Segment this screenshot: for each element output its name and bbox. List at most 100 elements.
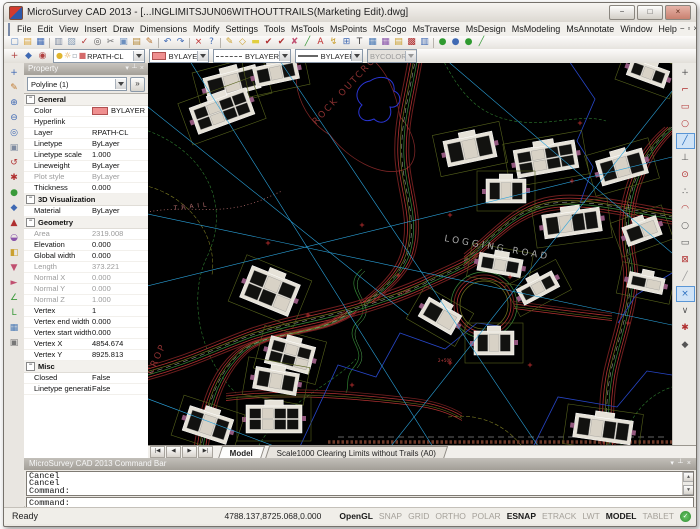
circle-icon[interactable]: ○ xyxy=(676,116,695,132)
menu-item-msannotate[interactable]: MsAnnotate xyxy=(563,23,617,36)
station-icon[interactable]: ⊞ xyxy=(340,37,353,48)
spell-icon[interactable]: ✓ xyxy=(78,37,91,48)
property-section-3d-visualization[interactable]: −3D Visualization xyxy=(24,194,148,206)
rectangle-icon[interactable]: ▭ xyxy=(676,99,695,115)
save-icon[interactable]: ▦ xyxy=(34,37,47,48)
cad-drawing[interactable]: ROCK OUTCROPLOGGING ROADCROPT R A I L3+0… xyxy=(148,63,672,445)
entity-props-icon[interactable]: + xyxy=(8,51,21,62)
menu-item-dimensions[interactable]: Dimensions xyxy=(137,23,190,36)
hatch-icon[interactable]: ✱ xyxy=(676,320,695,336)
menu-item-window[interactable]: Window xyxy=(617,23,655,36)
cut-icon[interactable]: ✂ xyxy=(104,37,117,48)
property-section-geometry[interactable]: −Geometry xyxy=(24,217,148,229)
matchprop-icon[interactable]: ✎ xyxy=(143,37,156,48)
command-bar-header[interactable]: MicroSurvey CAD 2013 Command Bar ▾┴× xyxy=(24,458,696,470)
menu-item-insert[interactable]: Insert xyxy=(81,23,110,36)
property-row-normal-x[interactable]: Normal X0.000 xyxy=(24,273,148,284)
menu-item-draw[interactable]: Draw xyxy=(110,23,137,36)
lightning-icon[interactable]: ↯ xyxy=(327,37,340,48)
regen-icon[interactable]: ✱ xyxy=(6,171,22,185)
verify-icon[interactable]: ✔ xyxy=(275,37,288,48)
text-icon[interactable]: A xyxy=(314,37,327,48)
collapse-icon[interactable]: − xyxy=(26,95,35,104)
arc-icon[interactable]: ◠ xyxy=(676,201,695,217)
property-row-area[interactable]: Area2319.008 xyxy=(24,229,148,240)
menu-item-help[interactable]: Help xyxy=(655,23,680,36)
property-row-closed[interactable]: ClosedFalse xyxy=(24,373,148,384)
status-toggle-model[interactable]: MODEL xyxy=(606,511,637,521)
command-history[interactable]: ▲ ▼ CancelCancelCommand: xyxy=(26,471,694,496)
panel-close-icon[interactable]: × xyxy=(140,63,144,75)
prev-tab-button[interactable]: ◀ xyxy=(166,446,181,458)
slope-icon[interactable]: ╱ xyxy=(475,37,488,48)
ray-icon[interactable]: ╱ xyxy=(676,269,695,285)
leader-icon[interactable]: ╱ xyxy=(301,37,314,48)
first-tab-button[interactable]: |◀ xyxy=(150,446,165,458)
box-icon[interactable]: ◧ xyxy=(6,246,22,260)
property-row-length[interactable]: Length373.221 xyxy=(24,262,148,273)
menu-item-file[interactable]: File xyxy=(14,23,35,36)
property-row-plot-style[interactable]: Plot styleByLayer xyxy=(24,172,148,183)
cmd-menu-icon[interactable]: ▾ xyxy=(670,458,674,470)
cmd-close-icon[interactable]: × xyxy=(687,458,691,470)
lineweight-combo[interactable]: BYLAYER xyxy=(295,49,363,63)
ucs-icon[interactable]: L xyxy=(6,306,22,320)
menu-item-tools[interactable]: Tools xyxy=(261,23,288,36)
layer-combo-arrow[interactable] xyxy=(133,51,144,61)
boundary-icon[interactable]: ◇ xyxy=(236,37,249,48)
property-row-vertex[interactable]: Vertex1 xyxy=(24,306,148,317)
zoom-out-icon[interactable]: ⊖ xyxy=(6,111,22,125)
wedge-icon[interactable]: ► xyxy=(6,276,22,290)
zoom-extents-icon[interactable]: ▣ xyxy=(6,141,22,155)
region-icon[interactable]: ⊠ xyxy=(676,252,695,268)
angle-icon[interactable]: ∠ xyxy=(6,291,22,305)
pyramid-icon[interactable]: ▲ xyxy=(6,216,22,230)
cmd-pin-icon[interactable]: ┴ xyxy=(678,458,683,470)
next-tab-button[interactable]: ▶ xyxy=(182,446,197,458)
grid-icon[interactable]: ▦ xyxy=(6,321,22,335)
collapse-icon[interactable]: − xyxy=(26,218,35,227)
property-row-normal-z[interactable]: Normal Z1.000 xyxy=(24,295,148,306)
status-toggle-grid[interactable]: GRID xyxy=(408,511,429,521)
polygon-icon[interactable]: ▭ xyxy=(676,235,695,251)
redo-icon[interactable]: ↷ xyxy=(174,37,187,48)
menu-item-view[interactable]: View xyxy=(56,23,81,36)
cross-icon[interactable]: ✘ xyxy=(288,37,301,48)
property-row-linetype-generati[interactable]: Linetype generatiFalse xyxy=(24,384,148,395)
linetype-combo-arrow[interactable] xyxy=(279,51,290,61)
status-toggle-esnap[interactable]: ESNAP xyxy=(507,511,536,521)
donut-icon[interactable]: ⊙ xyxy=(676,167,695,183)
collapse-icon[interactable]: − xyxy=(26,195,35,204)
color-combo[interactable]: BYLAYER xyxy=(149,49,209,63)
sketch-icon[interactable]: ✎ xyxy=(6,81,22,95)
report-icon[interactable]: ▦ xyxy=(379,37,392,48)
undo-icon[interactable]: ↶ xyxy=(161,37,174,48)
panel-menu-icon[interactable]: ▾ xyxy=(125,63,129,75)
orbit-icon[interactable]: ◆ xyxy=(6,201,22,215)
point-green2-icon[interactable]: ● xyxy=(462,37,475,48)
menu-item-modify[interactable]: Modify xyxy=(190,23,223,36)
linetype-combo[interactable]: BYLAYER xyxy=(213,49,291,63)
property-row-color[interactable]: ColorBYLAYER xyxy=(24,106,148,117)
copy-icon[interactable]: ▣ xyxy=(117,37,130,48)
draw-icon[interactable]: ✎ xyxy=(223,37,236,48)
highlight-icon[interactable]: ▬ xyxy=(249,37,262,48)
undo-view-icon[interactable]: ↺ xyxy=(6,156,22,170)
mdi-minimize-icon[interactable]: − xyxy=(680,23,685,35)
menu-item-mstools[interactable]: MsTools xyxy=(288,23,327,36)
menu-item-mspoints[interactable]: MsPoints xyxy=(327,23,370,36)
scroll-up-icon[interactable]: ▲ xyxy=(683,472,694,482)
table-icon[interactable]: ▦ xyxy=(366,37,379,48)
status-toggle-snap[interactable]: SNAP xyxy=(379,511,402,521)
menu-item-msdesign[interactable]: MsDesign xyxy=(463,23,509,36)
erase-icon[interactable]: × xyxy=(192,37,205,48)
status-toggle-polar[interactable]: POLAR xyxy=(472,511,501,521)
property-row-vertex-y[interactable]: Vertex Y8925.813 xyxy=(24,350,148,361)
ellipse-icon[interactable]: ○ xyxy=(676,218,695,234)
status-toggle-lwt[interactable]: LWT xyxy=(582,511,599,521)
xline-icon[interactable]: × xyxy=(676,286,695,302)
divide-icon[interactable]: ∴ xyxy=(676,184,695,200)
mdi-restore-icon[interactable]: ▫ xyxy=(688,23,691,35)
point-icon[interactable]: + xyxy=(676,65,695,81)
block-icon[interactable]: ◆ xyxy=(676,337,695,353)
